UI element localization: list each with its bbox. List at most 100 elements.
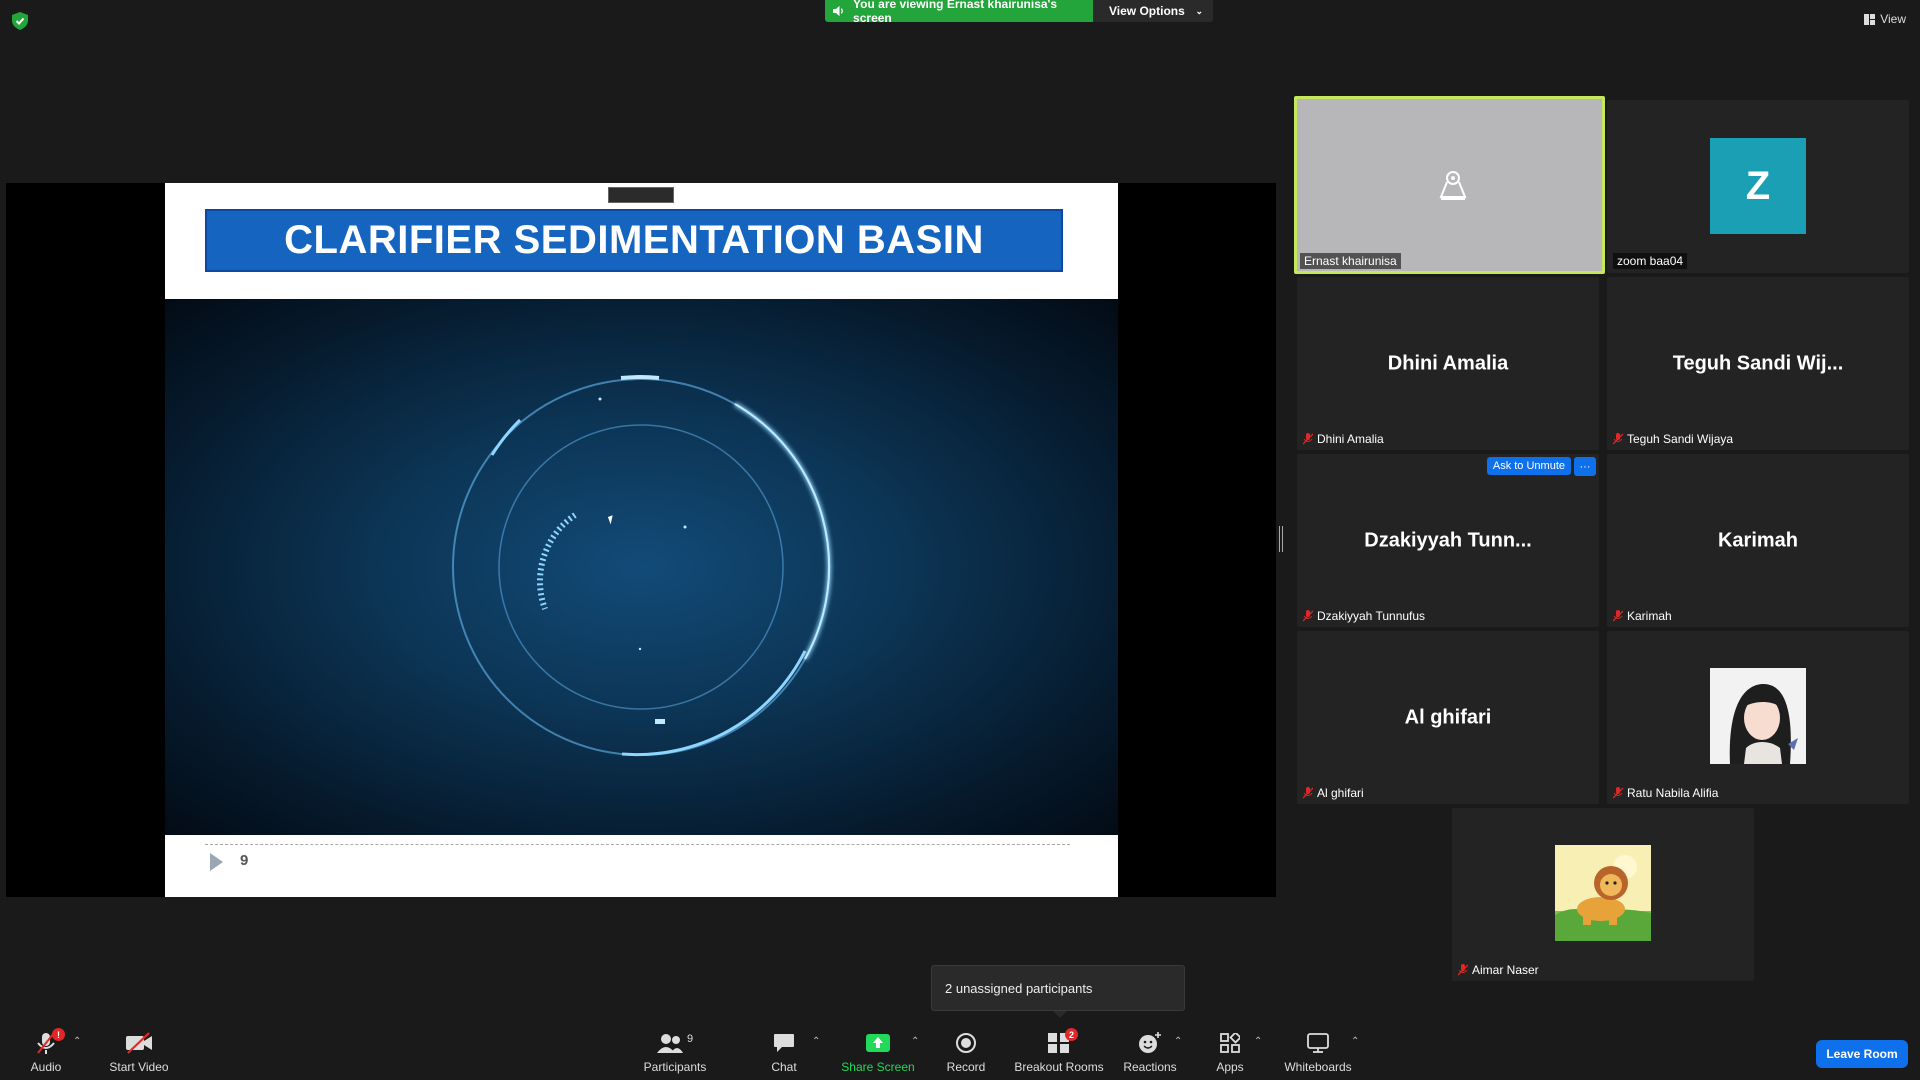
unassigned-participants-tooltip: 2 unassigned participants bbox=[931, 965, 1185, 1011]
tooltip-arrow bbox=[1053, 1011, 1067, 1018]
slide-tab-decoration bbox=[608, 187, 674, 203]
participants-label: Participants bbox=[643, 1060, 707, 1074]
viewing-banner-text-box: You are viewing Ernast khairunisa's scre… bbox=[825, 0, 1093, 25]
audio-options-caret-icon[interactable]: ⌃ bbox=[73, 1036, 81, 1047]
record-button[interactable]: Record bbox=[946, 1024, 986, 1080]
viewing-banner: You are viewing Ernast khairunisa's scre… bbox=[825, 0, 1213, 25]
view-options-label: View Options bbox=[1109, 4, 1185, 18]
meeting-toolbar: ! Audio ⌃ Start Video 9 Participants Cha… bbox=[0, 1024, 1920, 1080]
muted-mic-icon bbox=[1613, 433, 1623, 445]
chat-button[interactable]: Chat bbox=[764, 1024, 804, 1080]
more-options-button[interactable]: ··· bbox=[1574, 457, 1596, 476]
zoom-meeting-window: You are viewing Ernast khairunisa's scre… bbox=[0, 0, 1920, 1080]
avatar bbox=[1710, 668, 1806, 764]
participants-count: 9 bbox=[686, 1033, 694, 1045]
video-tile-karimah[interactable]: Karimah Karimah bbox=[1607, 454, 1909, 627]
video-tile-dhini[interactable]: Dhini Amalia Dhini Amalia bbox=[1297, 277, 1599, 450]
video-tile-teguh[interactable]: Teguh Sandi Wij... Teguh Sandi Wijaya bbox=[1607, 277, 1909, 450]
tile-label: Teguh Sandi Wijaya bbox=[1613, 432, 1733, 446]
breakout-rooms-label: Breakout Rooms bbox=[1014, 1060, 1104, 1074]
slide-video bbox=[165, 299, 1118, 835]
breakout-rooms-icon: 2 bbox=[1045, 1028, 1078, 1056]
apps-options-caret-icon[interactable]: ⌃ bbox=[1254, 1036, 1262, 1047]
record-icon bbox=[952, 1030, 980, 1056]
view-options-button[interactable]: View Options ⌄ bbox=[1093, 0, 1213, 22]
breakout-rooms-badge: 2 bbox=[1065, 1028, 1078, 1041]
video-tile-al-ghifari[interactable]: Al ghifari Al ghifari bbox=[1297, 631, 1599, 804]
breakout-rooms-button[interactable]: 2 Breakout Rooms bbox=[1012, 1024, 1106, 1080]
tile-label: Karimah bbox=[1613, 609, 1672, 623]
reactions-options-caret-icon[interactable]: ⌃ bbox=[1174, 1036, 1182, 1047]
participant-display-name: Dzakiyyah Tunn... bbox=[1364, 529, 1532, 551]
chat-label: Chat bbox=[771, 1060, 797, 1074]
participant-name: zoom baa04 bbox=[1617, 254, 1684, 268]
avatar bbox=[1555, 845, 1651, 941]
participants-button[interactable]: 9 Participants bbox=[640, 1024, 710, 1080]
view-button[interactable]: View bbox=[1864, 12, 1906, 26]
tile-label: Dzakiyyah Tunnufus bbox=[1303, 609, 1425, 623]
participants-icon: 9 bbox=[653, 1030, 697, 1056]
muted-mic-icon bbox=[1303, 787, 1313, 799]
start-video-label: Start Video bbox=[109, 1060, 169, 1074]
reactions-button[interactable]: Reactions bbox=[1120, 1024, 1180, 1080]
ask-to-unmute-button[interactable]: Ask to Unmute bbox=[1486, 457, 1571, 475]
audio-label: Audio bbox=[30, 1060, 62, 1074]
apps-button[interactable]: Apps bbox=[1210, 1024, 1250, 1080]
record-label: Record bbox=[946, 1060, 986, 1074]
chevron-down-icon: ⌄ bbox=[1195, 5, 1203, 16]
share-screen-button[interactable]: Share Screen bbox=[838, 1024, 918, 1080]
participant-name: Al ghifari bbox=[1317, 786, 1364, 800]
muted-mic-icon bbox=[1303, 610, 1313, 622]
avatar: Z bbox=[1710, 138, 1806, 234]
muted-mic-icon bbox=[1613, 787, 1623, 799]
whiteboards-button[interactable]: Whiteboards bbox=[1282, 1024, 1354, 1080]
audio-alert-badge: ! bbox=[52, 1028, 65, 1041]
tile-label: Dhini Amalia bbox=[1303, 432, 1384, 446]
video-tile-ratu[interactable]: Ratu Nabila Alifia bbox=[1607, 631, 1909, 804]
participant-name: Dzakiyyah Tunnufus bbox=[1317, 609, 1426, 623]
video-tile-aimar[interactable]: Aimar Naser bbox=[1452, 808, 1754, 981]
chat-icon bbox=[770, 1030, 798, 1056]
muted-mic-icon bbox=[1458, 964, 1468, 976]
chat-options-caret-icon[interactable]: ⌃ bbox=[812, 1036, 820, 1047]
video-tile-ernast[interactable]: Ernast khairunisa bbox=[1294, 96, 1605, 274]
view-label: View bbox=[1880, 12, 1906, 26]
slide-number: 9 bbox=[240, 852, 249, 869]
participant-name: Karimah bbox=[1627, 609, 1672, 623]
participant-display-name: Dhini Amalia bbox=[1387, 352, 1509, 374]
profile-picture-lion bbox=[1555, 845, 1651, 941]
slide-footer-divider bbox=[205, 844, 1070, 845]
apps-label: Apps bbox=[1216, 1060, 1244, 1074]
whiteboards-label: Whiteboards bbox=[1284, 1060, 1352, 1074]
slide-title-box: CLARIFIER SEDIMENTATION BASIN bbox=[205, 209, 1063, 272]
whiteboards-options-caret-icon[interactable]: ⌃ bbox=[1351, 1036, 1359, 1047]
participant-name: Ratu Nabila Alifia bbox=[1627, 786, 1719, 800]
audio-button[interactable]: ! Audio bbox=[26, 1024, 66, 1080]
start-video-button[interactable]: Start Video bbox=[104, 1024, 174, 1080]
tile-label: Al ghifari bbox=[1303, 786, 1364, 800]
video-tile-zoom-baa04[interactable]: Z zoom baa04 bbox=[1607, 100, 1909, 273]
apps-icon bbox=[1216, 1030, 1244, 1056]
participant-name: Teguh Sandi Wijaya bbox=[1627, 432, 1734, 446]
slide-title: CLARIFIER SEDIMENTATION BASIN bbox=[284, 218, 984, 262]
video-off-icon bbox=[125, 1030, 153, 1056]
leave-room-button[interactable]: Leave Room bbox=[1816, 1040, 1908, 1068]
gallery-view-icon bbox=[1864, 13, 1876, 25]
video-tile-dzakiyyah[interactable]: Ask to Unmute ··· Dzakiyyah Tunn... Dzak… bbox=[1297, 454, 1599, 627]
speaker-icon bbox=[833, 5, 843, 17]
security-shield-icon[interactable] bbox=[12, 12, 28, 30]
participant-display-name: Teguh Sandi Wij... bbox=[1672, 352, 1844, 374]
share-options-caret-icon[interactable]: ⌃ bbox=[911, 1036, 919, 1047]
tile-label: Aimar Naser bbox=[1458, 963, 1539, 977]
muted-mic-icon bbox=[1303, 433, 1313, 445]
avatar-letter: Z bbox=[1745, 163, 1771, 208]
loading-rings-graphic bbox=[452, 375, 832, 757]
participant-display-name: Karimah bbox=[1717, 529, 1799, 551]
splitter-handle[interactable] bbox=[1279, 526, 1283, 552]
muted-mic-icon: ! bbox=[32, 1028, 65, 1056]
reactions-label: Reactions bbox=[1123, 1060, 1177, 1074]
muted-mic-icon bbox=[1613, 610, 1623, 622]
viewing-banner-label: You are viewing Ernast khairunisa's scre… bbox=[853, 0, 1058, 25]
sharing-screen-icon bbox=[1439, 171, 1467, 200]
tile-label: Ratu Nabila Alifia bbox=[1613, 786, 1718, 800]
